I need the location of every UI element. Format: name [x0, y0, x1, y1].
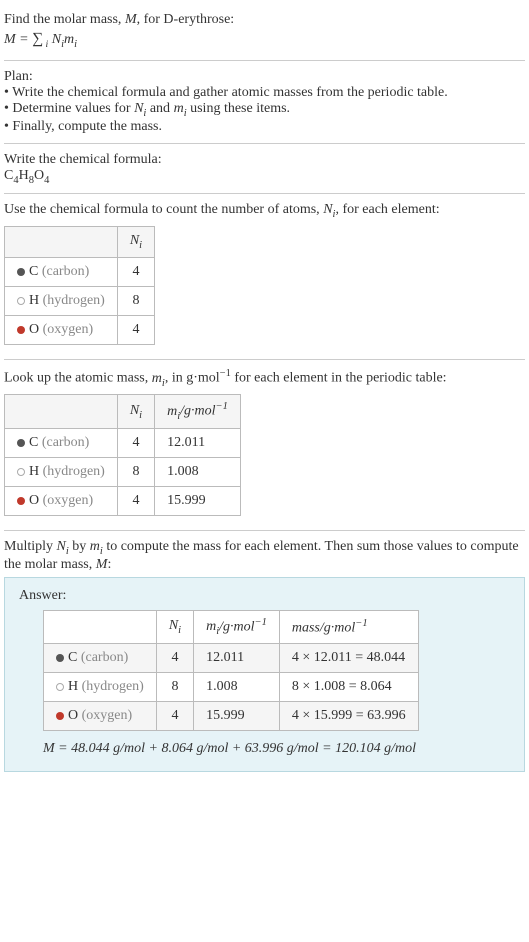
ni-value: 4 [117, 486, 154, 515]
element-cell: O (oxygen) [44, 702, 157, 731]
ni-value: 4 [117, 428, 154, 457]
mi-value: 12.011 [155, 428, 241, 457]
table-header-row: Ni mi/g·mol−1 [5, 395, 241, 428]
mass-table: Ni mi/g·mol−1 C (carbon) 4 12.011 H (hyd… [4, 394, 241, 515]
count-table: Ni C (carbon) 4 H (hydrogen) 8 O (oxygen… [4, 226, 155, 345]
plan-section: Plan: • Write the chemical formula and g… [4, 61, 525, 144]
table-row: O (oxygen) 4 15.999 4 × 15.999 = 63.996 [44, 702, 419, 731]
table-row: C (carbon) 4 12.011 [5, 428, 241, 457]
header-mi: mi/g·mol−1 [194, 610, 280, 643]
table-row: H (hydrogen) 8 1.008 8 × 1.008 = 8.064 [44, 673, 419, 702]
chemical-formula-section: Write the chemical formula: C4H8O4 [4, 144, 525, 195]
carbon-dot-icon [56, 654, 64, 662]
oxygen-dot-icon [17, 497, 25, 505]
ni-value: 4 [156, 644, 193, 673]
answer-table: Ni mi/g·mol−1 mass/g·mol−1 C (carbon) 4 … [43, 610, 419, 731]
header-ni: Ni [117, 227, 154, 258]
table-row: O (oxygen) 4 15.999 [5, 486, 241, 515]
element-cell: O (oxygen) [5, 486, 118, 515]
table-header-row: Ni mi/g·mol−1 mass/g·mol−1 [44, 610, 419, 643]
plan-item-2: • Determine values for Ni and mi using t… [4, 101, 525, 119]
chem-formula-title: Write the chemical formula: [4, 152, 525, 168]
plan-title: Plan: [4, 69, 525, 85]
table-row: C (carbon) 4 [5, 257, 155, 286]
count-title: Use the chemical formula to count the nu… [4, 202, 525, 220]
answer-box: Answer: Ni mi/g·mol−1 mass/g·mol−1 C (ca… [4, 577, 525, 772]
multiply-section: Multiply Ni by mi to compute the mass fo… [4, 531, 525, 780]
table-row: C (carbon) 4 12.011 4 × 12.011 = 48.044 [44, 644, 419, 673]
table-header-row: Ni [5, 227, 155, 258]
ni-value: 4 [117, 257, 154, 286]
plan-item-3: • Finally, compute the mass. [4, 119, 525, 135]
hydrogen-dot-icon [17, 468, 25, 476]
ni-value: 8 [117, 286, 154, 315]
mi-value: 12.011 [194, 644, 280, 673]
table-row: H (hydrogen) 8 [5, 286, 155, 315]
header-ni: Ni [156, 610, 193, 643]
oxygen-dot-icon [17, 326, 25, 334]
element-cell: C (carbon) [44, 644, 157, 673]
header-empty [44, 610, 157, 643]
ni-value: 4 [156, 702, 193, 731]
mi-value: 15.999 [155, 486, 241, 515]
header-empty [5, 227, 118, 258]
hydrogen-dot-icon [56, 683, 64, 691]
mi-value: 1.008 [194, 673, 280, 702]
element-cell: O (oxygen) [5, 315, 118, 344]
header-empty [5, 395, 118, 428]
carbon-dot-icon [17, 439, 25, 447]
header-mass: mass/g·mol−1 [279, 610, 418, 643]
chem-formula-value: C4H8O4 [4, 168, 525, 186]
hydrogen-dot-icon [17, 297, 25, 305]
element-cell: H (hydrogen) [5, 286, 118, 315]
table-row: O (oxygen) 4 [5, 315, 155, 344]
mass-value: 4 × 12.011 = 48.044 [279, 644, 418, 673]
multiply-title: Multiply Ni by mi to compute the mass fo… [4, 539, 525, 573]
oxygen-dot-icon [56, 712, 64, 720]
ni-value: 8 [156, 673, 193, 702]
mi-value: 1.008 [155, 457, 241, 486]
mass-title: Look up the atomic mass, mi, in g·mol−1 … [4, 368, 525, 388]
ni-value: 8 [117, 457, 154, 486]
intro-line: Find the molar mass, M, for D-erythrose: [4, 12, 525, 28]
sigma-index: i [43, 39, 48, 50]
intro-section: Find the molar mass, M, for D-erythrose:… [4, 4, 525, 61]
element-cell: H (hydrogen) [44, 673, 157, 702]
ni-value: 4 [117, 315, 154, 344]
molar-mass-formula: M = ∑ i Nimi [4, 30, 525, 50]
answer-label: Answer: [19, 588, 510, 604]
carbon-dot-icon [17, 268, 25, 276]
mass-value: 4 × 15.999 = 63.996 [279, 702, 418, 731]
header-mi: mi/g·mol−1 [155, 395, 241, 428]
table-row: H (hydrogen) 8 1.008 [5, 457, 241, 486]
header-ni: Ni [117, 395, 154, 428]
mass-section: Look up the atomic mass, mi, in g·mol−1 … [4, 360, 525, 531]
element-cell: C (carbon) [5, 428, 118, 457]
plan-item-1: • Write the chemical formula and gather … [4, 85, 525, 101]
mi-value: 15.999 [194, 702, 280, 731]
count-section: Use the chemical formula to count the nu… [4, 194, 525, 360]
element-cell: H (hydrogen) [5, 457, 118, 486]
final-result: M = 48.044 g/mol + 8.064 g/mol + 63.996 … [43, 741, 510, 757]
mass-value: 8 × 1.008 = 8.064 [279, 673, 418, 702]
element-cell: C (carbon) [5, 257, 118, 286]
